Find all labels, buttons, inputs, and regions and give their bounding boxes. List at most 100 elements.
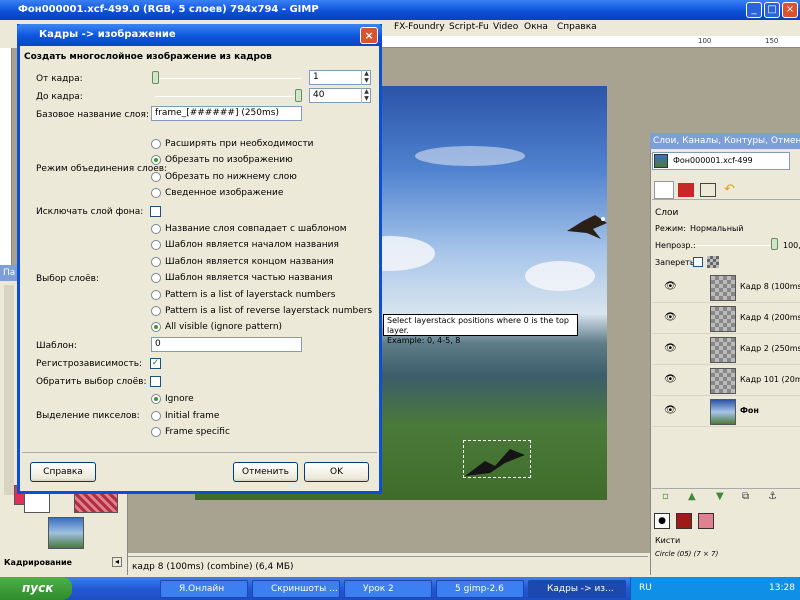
lower-layer-icon[interactable]: ▼	[716, 491, 724, 502]
cancel-button[interactable]: Отменить	[233, 462, 298, 482]
to-frame-slider[interactable]	[155, 96, 301, 97]
select-start-radio[interactable]	[151, 240, 161, 250]
merge-clip-bottom-label[interactable]: Обрезать по нижнему слою	[165, 172, 297, 182]
maximize-button[interactable]: □	[764, 2, 780, 18]
image-selector[interactable]: Фон000001.xcf-499	[652, 152, 790, 170]
layer-name[interactable]: Кадр 8 (100ms) (c	[740, 282, 800, 291]
menu-fx-foundry[interactable]: FX-Foundry	[394, 22, 445, 32]
anchor-layer-icon[interactable]: ⚓	[768, 491, 777, 502]
menu-windows[interactable]: Окна	[524, 22, 548, 32]
tab-undo[interactable]: ↶	[724, 182, 735, 197]
dialog-title-bar[interactable]: Кадры -> изображение	[17, 24, 382, 46]
start-button[interactable]: пуск	[0, 577, 72, 600]
image-preview-thumbnail[interactable]	[48, 517, 84, 549]
taskbar-item[interactable]: 5 gimp-2.6	[436, 580, 524, 598]
merge-flatten-label[interactable]: Сведенное изображение	[165, 188, 283, 198]
new-layer-icon[interactable]: ▫	[662, 491, 669, 502]
layer-row[interactable]: 👁 Фон	[652, 397, 800, 427]
eye-icon[interactable]: 👁	[664, 312, 677, 323]
select-part-radio[interactable]	[151, 273, 161, 283]
pixel-specific-radio[interactable]	[151, 427, 161, 437]
language-indicator[interactable]: RU	[639, 577, 652, 600]
dialog-close-button[interactable]: ×	[360, 27, 378, 44]
brush-circle-icon[interactable]: ●	[654, 513, 670, 529]
pixel-ignore-radio[interactable]	[151, 394, 161, 404]
opacity-value[interactable]: 100,0	[783, 241, 800, 250]
taskbar-item[interactable]: Скриншоты ...	[252, 580, 340, 598]
layer-row[interactable]: 👁 Кадр 2 (250ms) (r	[652, 335, 800, 365]
from-frame-slider-handle[interactable]	[152, 71, 159, 84]
background-color-swatch[interactable]	[24, 493, 50, 513]
case-sensitive-checkbox[interactable]: ✓	[150, 358, 161, 369]
status-bar: кадр 8 (100ms) (combine) (6,4 МБ)	[128, 556, 648, 576]
tab-channels[interactable]	[678, 183, 694, 197]
merge-expand-label[interactable]: Расширять при необходимости	[165, 139, 314, 149]
lock-alpha-checkbox[interactable]	[693, 257, 703, 267]
mode-select[interactable]: Нормальный	[690, 224, 744, 233]
layer-name[interactable]: Кадр 2 (250ms) (r	[740, 344, 800, 353]
select-exact-label[interactable]: Название слоя совпадает с шаблоном	[165, 224, 347, 234]
panel-menu-icon[interactable]: ◂	[112, 557, 122, 567]
select-stack-list-label[interactable]: Pattern is a list of layerstack numbers	[165, 290, 335, 300]
pixel-initial-label[interactable]: Initial frame	[165, 411, 219, 421]
merge-clip-bottom-radio[interactable]	[151, 172, 161, 182]
opacity-slider[interactable]	[693, 245, 773, 246]
layer-row[interactable]: 👁 Кадр 4 (200ms) (r	[652, 304, 800, 334]
merge-flatten-radio[interactable]	[151, 188, 161, 198]
gradient-icon[interactable]	[698, 513, 714, 529]
opacity-slider-handle[interactable]	[771, 238, 778, 250]
pixel-specific-label[interactable]: Frame specific	[165, 427, 230, 437]
menu-video[interactable]: Video	[493, 22, 518, 32]
invert-selection-checkbox[interactable]	[150, 376, 161, 387]
taskbar-item[interactable]: Урок 2	[344, 580, 432, 598]
pixel-initial-radio[interactable]	[151, 411, 161, 421]
close-window-button[interactable]: ×	[782, 2, 798, 18]
from-frame-slider[interactable]	[155, 78, 301, 79]
tab-paths[interactable]	[700, 183, 716, 197]
pixel-ignore-label[interactable]: Ignore	[165, 394, 194, 404]
taskbar-item-active[interactable]: Кадры -> из...	[528, 580, 626, 598]
tool-icons-column[interactable]	[4, 285, 14, 495]
select-reverse-list-radio[interactable]	[151, 306, 161, 316]
help-button[interactable]: Справка	[30, 462, 96, 482]
from-frame-spinner[interactable]: ▲ ▼	[361, 70, 371, 85]
layer-name[interactable]: Кадр 4 (200ms) (r	[740, 313, 800, 322]
layer-name[interactable]: Фон	[740, 406, 759, 415]
select-reverse-list-label[interactable]: Pattern is a list of reverse layerstack …	[165, 306, 372, 316]
select-exact-radio[interactable]	[151, 224, 161, 234]
merge-clip-image-radio[interactable]	[151, 155, 161, 165]
eye-icon[interactable]: 👁	[664, 343, 677, 354]
ok-button[interactable]: OK	[304, 462, 369, 482]
tab-layers[interactable]	[654, 181, 674, 199]
layer-row[interactable]: 👁 Кадр 101 (20ms) (r	[652, 366, 800, 396]
layer-name[interactable]: Кадр 101 (20ms) (r	[740, 375, 800, 384]
minimize-button[interactable]: _	[746, 2, 762, 18]
to-frame-spinner[interactable]: ▲ ▼	[361, 88, 371, 103]
select-all-visible-label[interactable]: All visible (ignore pattern)	[165, 322, 282, 332]
pattern-swatch[interactable]	[74, 491, 118, 513]
merge-clip-image-label[interactable]: Обрезать по изображению	[165, 155, 293, 165]
pattern-input[interactable]: 0	[151, 337, 302, 352]
select-end-radio[interactable]	[151, 257, 161, 267]
raise-layer-icon[interactable]: ▲	[688, 491, 696, 502]
eye-icon[interactable]: 👁	[664, 405, 677, 416]
to-frame-slider-handle[interactable]	[295, 89, 302, 102]
basename-input[interactable]: frame_[######] (250ms)	[151, 106, 302, 121]
dialog-title: Кадры -> изображение	[39, 29, 176, 40]
select-all-visible-radio[interactable]	[151, 322, 161, 332]
eye-icon[interactable]: 👁	[664, 281, 677, 292]
from-frame-label: От кадра:	[36, 74, 83, 84]
select-part-label[interactable]: Шаблон является частью названия	[165, 273, 333, 283]
exclude-bg-checkbox[interactable]	[150, 206, 161, 217]
menu-help[interactable]: Справка	[557, 22, 597, 32]
pattern-red-icon[interactable]	[676, 513, 692, 529]
menu-script-fu[interactable]: Script-Fu	[449, 22, 489, 32]
merge-expand-radio[interactable]	[151, 139, 161, 149]
taskbar-item[interactable]: Я.Онлайн	[160, 580, 248, 598]
eye-icon[interactable]: 👁	[664, 374, 677, 385]
select-stack-list-radio[interactable]	[151, 290, 161, 300]
select-start-label[interactable]: Шаблон является началом названия	[165, 240, 339, 250]
select-end-label[interactable]: Шаблон является концом названия	[165, 257, 334, 267]
layer-row[interactable]: 👁 Кадр 8 (100ms) (c	[652, 273, 800, 303]
duplicate-layer-icon[interactable]: ⧉	[742, 491, 749, 502]
